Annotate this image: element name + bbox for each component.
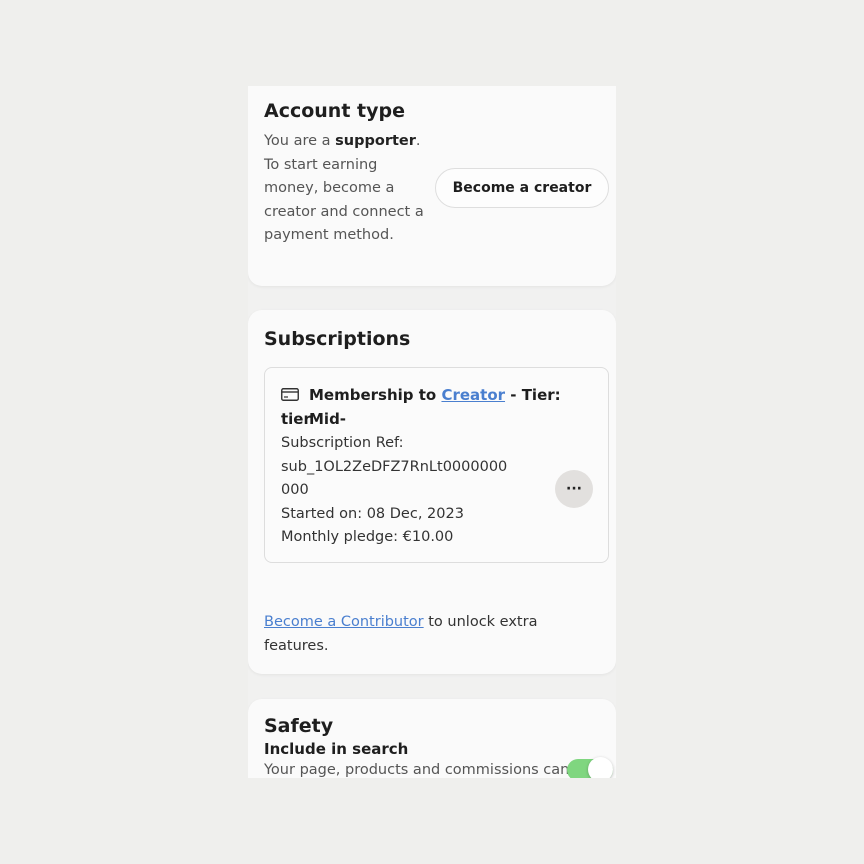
subscription-ref-label: Subscription Ref: <box>281 435 404 451</box>
subscriptions-title: Subscriptions <box>264 328 411 350</box>
subscription-ref-value: sub_1OL2ZeDFZ7RnLt0000000 <box>281 459 508 475</box>
subscription-heading: Membership to Creator - Tier: Mid- <box>309 383 599 431</box>
include-in-search-toggle[interactable] <box>567 757 613 778</box>
include-in-search-label: Include in search <box>264 740 409 758</box>
become-creator-button[interactable]: Become a creator <box>435 168 609 208</box>
become-contributor-link[interactable]: Become a Contributor <box>264 614 424 630</box>
subscription-heading-line2: tier <box>281 410 311 428</box>
contributor-prompt: Become a Contributor to unlock extra fea… <box>264 610 584 658</box>
more-options-button[interactable]: ··· <box>555 470 593 508</box>
settings-scroll-view[interactable]: Account type You are a supporter. To sta… <box>248 86 616 778</box>
subscriptions-card: Subscriptions Membership to Creator - Ti… <box>248 310 616 674</box>
safety-card: Safety Include in search Your page, prod… <box>248 699 616 778</box>
account-type-card: Account type You are a supporter. To sta… <box>248 86 616 286</box>
credit-card-icon <box>281 388 299 401</box>
account-type-title: Account type <box>264 100 405 122</box>
account-role: supporter <box>335 133 416 149</box>
subscription-item: Membership to Creator - Tier: Mid- tier … <box>264 367 609 563</box>
toggle-knob <box>588 757 613 778</box>
include-in-search-description: Your page, products and commissions can <box>264 762 570 778</box>
account-type-description: You are a supporter. To start earning mo… <box>264 130 434 248</box>
subscription-ref-value-cont: 000 <box>281 482 309 498</box>
account-desc-prefix: You are a <box>264 133 336 149</box>
safety-title: Safety <box>264 715 334 737</box>
creator-link[interactable]: Creator <box>441 386 505 404</box>
heading-prefix: Membership to <box>309 386 442 404</box>
subscription-monthly-pledge: Monthly pledge: €10.00 <box>281 529 454 545</box>
subscription-start-date: Started on: 08 Dec, 2023 <box>281 506 464 522</box>
account-desc-suffix: . To start earning money, become a creat… <box>264 133 424 243</box>
more-icon: ··· <box>566 481 582 497</box>
